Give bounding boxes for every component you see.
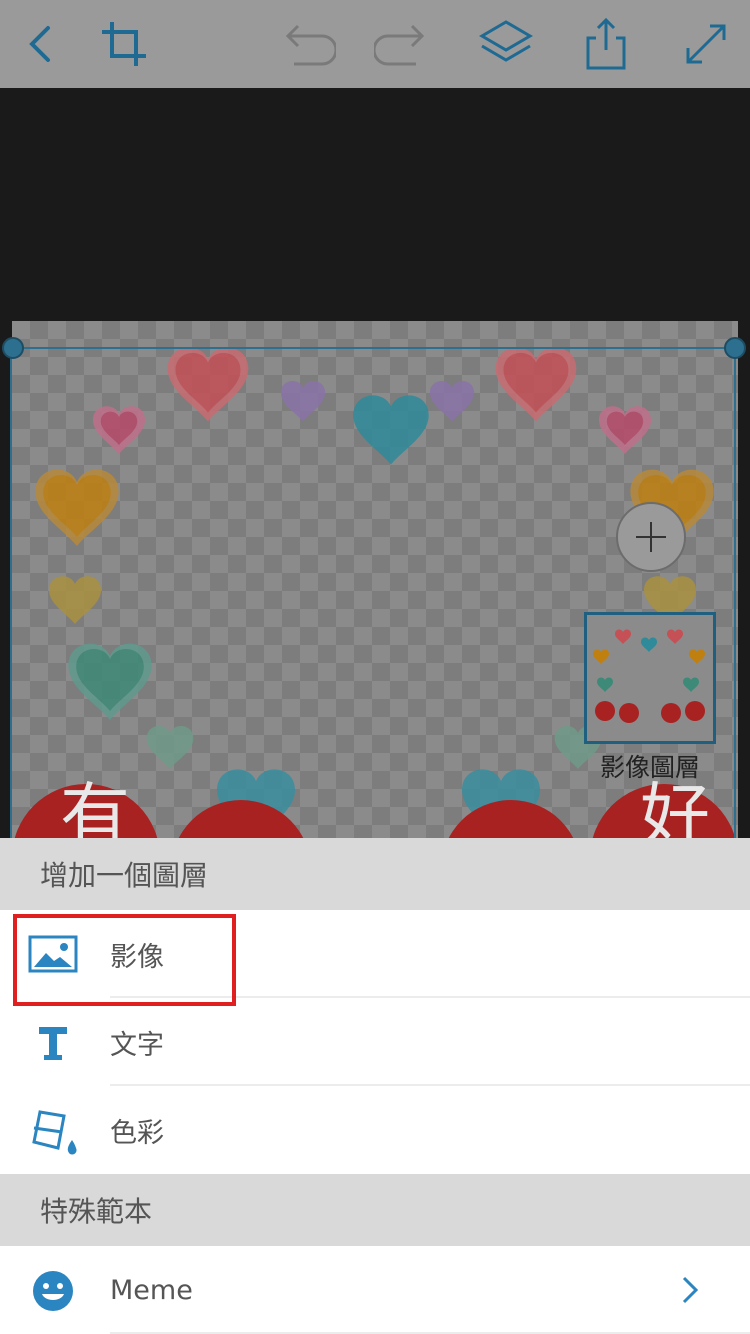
menu-item-meme[interactable]: Meme bbox=[0, 1246, 750, 1334]
plus-icon bbox=[636, 522, 666, 552]
svg-text:好: 好 bbox=[640, 775, 710, 838]
layers-icon[interactable] bbox=[476, 14, 536, 74]
templates-header: 特殊範本 bbox=[0, 1174, 750, 1246]
layer-thumbnail[interactable] bbox=[584, 612, 716, 744]
selection-left-edge bbox=[10, 347, 12, 838]
add-layer-button[interactable] bbox=[616, 502, 686, 572]
add-layer-header: 增加一個圖層 bbox=[0, 838, 750, 910]
svg-text:有: 有 bbox=[60, 775, 130, 838]
share-icon[interactable] bbox=[576, 14, 636, 74]
menu-item-color[interactable]: 色彩 bbox=[0, 1086, 750, 1174]
selection-right-edge bbox=[734, 347, 736, 838]
smiley-icon bbox=[26, 1264, 80, 1318]
menu-item-text-label: 文字 bbox=[110, 1029, 164, 1061]
layer-thumbnail-image bbox=[593, 629, 705, 723]
redo-icon[interactable] bbox=[374, 14, 434, 74]
menu-item-color-label: 色彩 bbox=[110, 1117, 164, 1149]
menu-item-meme-label: Meme bbox=[110, 1274, 193, 1306]
crop-icon[interactable] bbox=[94, 14, 154, 74]
canvas-area[interactable]: 有 好 影像圖層 bbox=[0, 88, 750, 838]
back-icon[interactable] bbox=[10, 14, 70, 74]
text-icon bbox=[26, 1016, 80, 1070]
top-toolbar bbox=[0, 0, 750, 88]
resize-handle-top-left[interactable] bbox=[2, 337, 24, 359]
undo-icon[interactable] bbox=[276, 14, 336, 74]
resize-handle-top-right[interactable] bbox=[724, 337, 746, 359]
highlight-box bbox=[13, 914, 236, 1006]
add-layer-sheet: 增加一個圖層 影像 文字 色彩 特殊範本 Meme bbox=[0, 838, 750, 1334]
chevron-right-icon bbox=[682, 1276, 699, 1304]
menu-item-text[interactable]: 文字 bbox=[0, 998, 750, 1086]
paint-bucket-icon bbox=[26, 1104, 80, 1158]
selection-top-edge bbox=[12, 347, 734, 349]
expand-icon[interactable] bbox=[676, 14, 736, 74]
layer-thumbnail-label: 影像圖層 bbox=[599, 753, 700, 782]
